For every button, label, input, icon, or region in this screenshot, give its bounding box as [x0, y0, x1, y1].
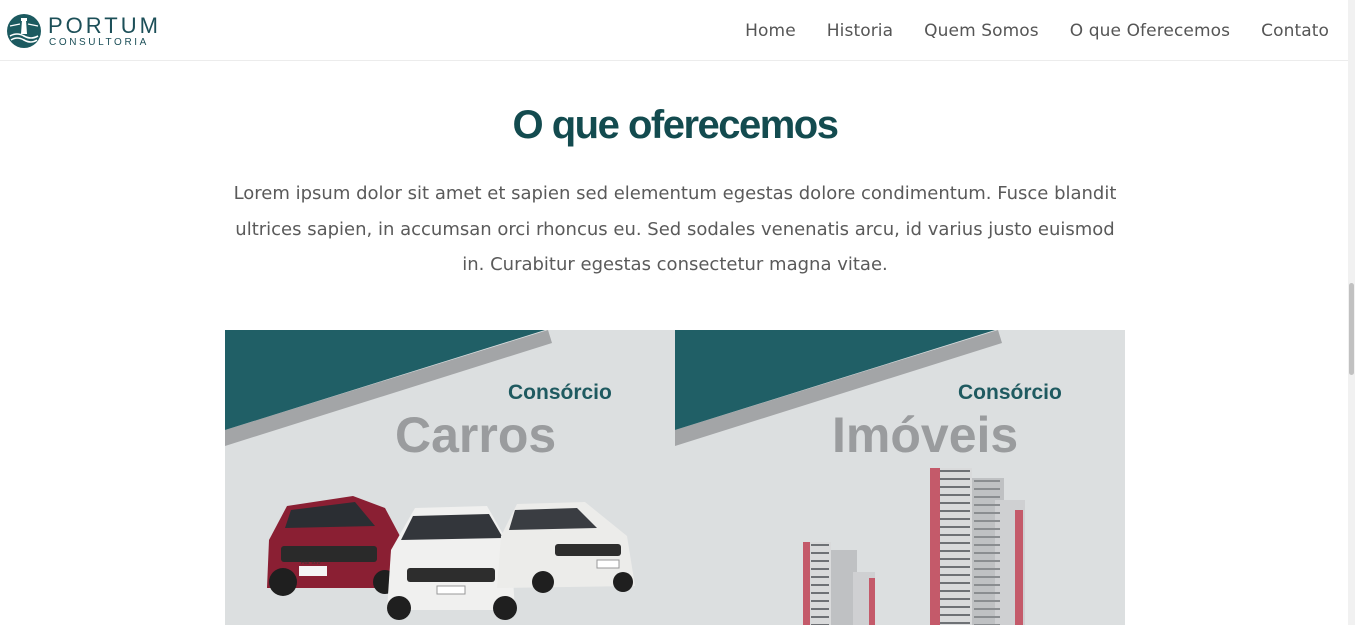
card-consorcio-carros[interactable]: Consórcio Carros Fiat Toro: [225, 330, 675, 625]
main-nav: Home Historia Quem Somos O que Oferecemo…: [745, 19, 1329, 43]
page-scrollbar[interactable]: [1348, 0, 1355, 625]
card-consorcio-imoveis[interactable]: Consórcio Imóveis: [675, 330, 1125, 625]
card-label-small: Consórcio: [508, 381, 612, 404]
site-header: PORTUM CONSULTORIA Home Historia Quem So…: [0, 0, 1348, 61]
logo-name: PORTUM: [48, 13, 161, 38]
nav-home[interactable]: Home: [745, 19, 796, 43]
tower-windows: [974, 480, 1000, 625]
scrollbar-thumb[interactable]: [1349, 283, 1354, 375]
nav-contato[interactable]: Contato: [1261, 19, 1329, 43]
section-title: O que oferecemos: [512, 103, 839, 147]
card-label-big: Carros: [395, 407, 557, 463]
section-description: Lorem ipsum dolor sit amet et sapien sed…: [233, 183, 1117, 275]
lighthouse-logo-icon: [7, 14, 41, 48]
card-banner-graphic: [675, 330, 1125, 625]
card-banner-graphic: [225, 330, 675, 625]
logo[interactable]: PORTUM CONSULTORIA: [7, 14, 158, 50]
card-label-small: Consórcio: [958, 381, 1062, 404]
tower-windows: [940, 470, 970, 625]
car-plate-text: Fiat Toro: [301, 560, 321, 566]
logo-subtitle: CONSULTORIA: [49, 37, 149, 48]
tower-windows: [811, 544, 829, 625]
card-label-big: Imóveis: [832, 407, 1019, 463]
nav-o-que-oferecemos[interactable]: O que Oferecemos: [1070, 19, 1230, 43]
nav-quem-somos[interactable]: Quem Somos: [924, 19, 1039, 43]
nav-historia[interactable]: Historia: [827, 19, 893, 43]
